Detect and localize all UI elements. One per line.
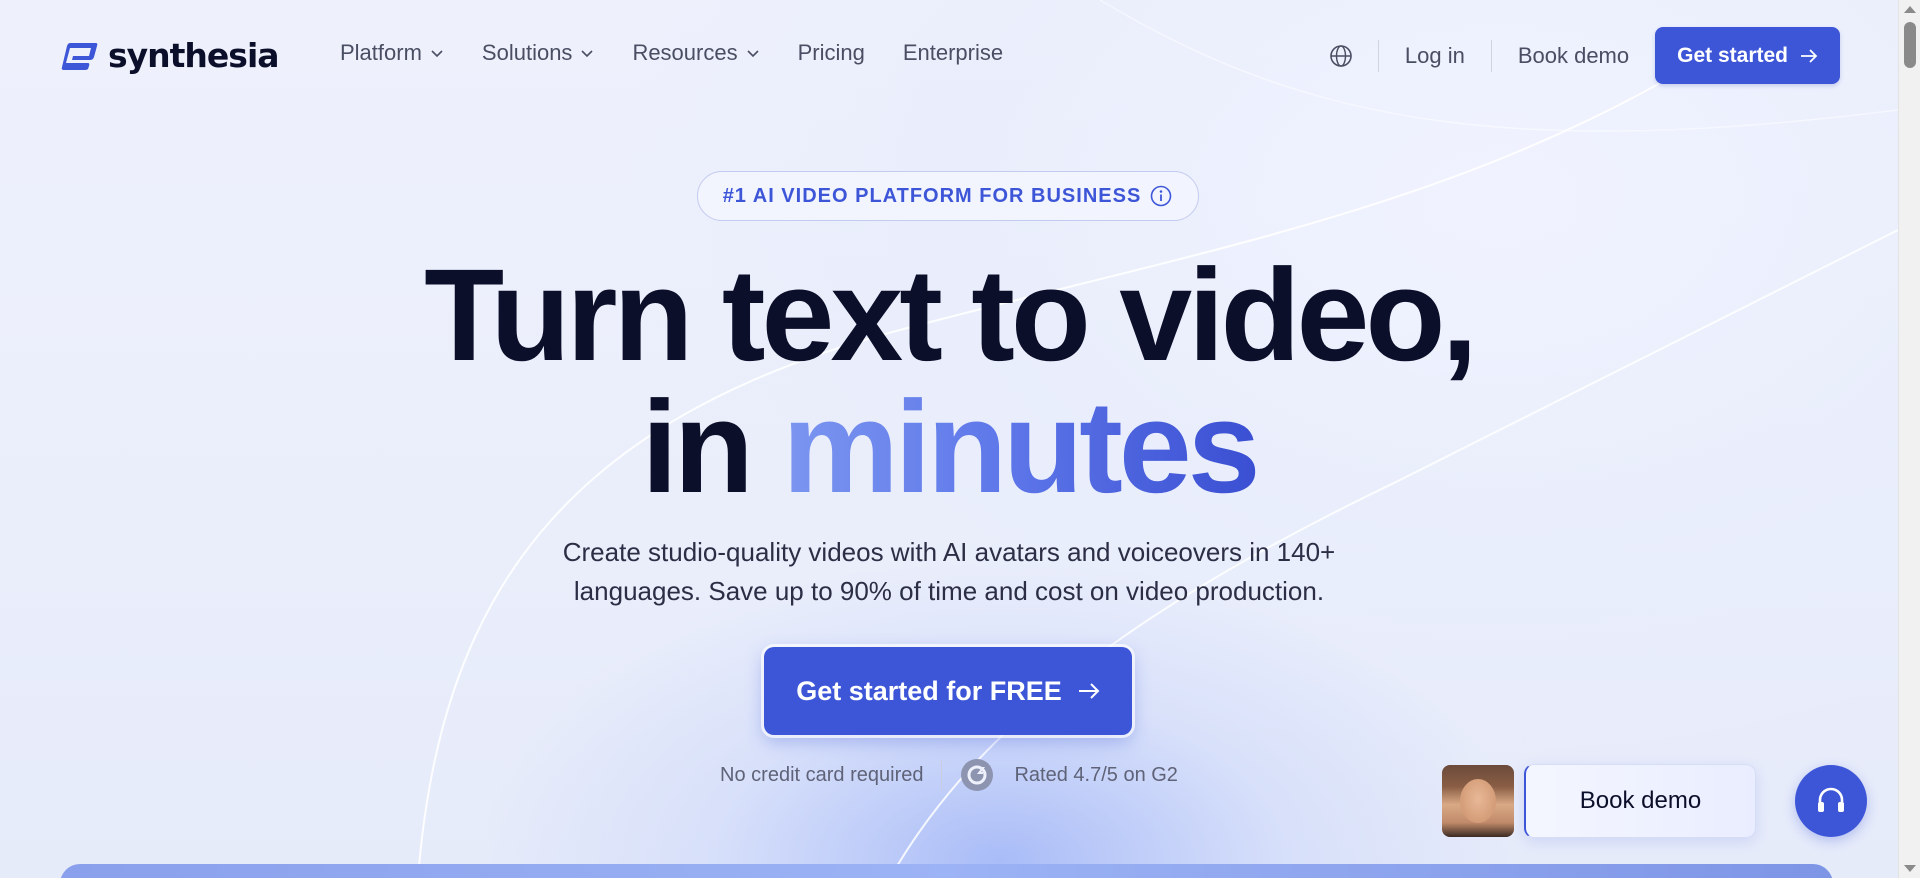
- floating-book-demo-button[interactable]: Book demo: [1524, 764, 1756, 838]
- nav-actions: Log in Book demo Get started: [1328, 27, 1840, 84]
- scroll-up-icon[interactable]: [1904, 6, 1916, 13]
- headline-highlight: minutes: [782, 373, 1260, 520]
- get-started-label: Get started: [1677, 43, 1788, 67]
- book-demo-link[interactable]: Book demo: [1492, 43, 1655, 69]
- logo[interactable]: synthesia: [60, 36, 280, 75]
- cta-label: Get started for FREE: [796, 675, 1062, 706]
- nav-enterprise[interactable]: Enterprise: [903, 40, 1003, 66]
- arrow-right-icon: [1078, 683, 1100, 699]
- nav-platform[interactable]: Platform: [340, 40, 444, 66]
- support-chat-button[interactable]: [1795, 765, 1867, 837]
- floating-book-demo-label: Book demo: [1579, 787, 1702, 814]
- hero-subtext-line-2: languages. Save up to 90% of time and co…: [573, 576, 1325, 606]
- brand-name: synthesia: [108, 36, 280, 75]
- arrow-right-icon: [1801, 48, 1818, 63]
- headline-line-1: Turn text to video,: [424, 241, 1478, 388]
- presenter-avatar: [1442, 765, 1514, 837]
- get-started-free-button[interactable]: Get started for FREE: [764, 647, 1132, 735]
- g2-rating-text: Rated 4.7/5 on G2: [1014, 763, 1178, 786]
- nav-pricing-label: Pricing: [797, 40, 865, 65]
- nav-pricing[interactable]: Pricing: [798, 40, 865, 66]
- hero-badge: #1 AI VIDEO PLATFORM FOR BUSINESS: [697, 171, 1199, 221]
- get-started-button[interactable]: Get started: [1655, 27, 1840, 84]
- nav-solutions-label: Solutions: [481, 40, 573, 65]
- vertical-scrollbar[interactable]: [1898, 0, 1920, 878]
- globe-icon[interactable]: [1328, 43, 1354, 69]
- main-menu: Platform Solutions Resources Pricing Ent…: [340, 40, 1003, 66]
- synthesia-logo-icon: [61, 42, 98, 70]
- floating-book-demo[interactable]: Book demo: [1442, 764, 1756, 838]
- info-icon[interactable]: [1149, 184, 1173, 208]
- chevron-down-icon: [431, 50, 443, 58]
- hero-subtext-line-1: Create studio-quality videos with AI ava…: [562, 537, 1336, 567]
- chevron-down-icon: [747, 50, 759, 58]
- product-preview-top-edge: [60, 864, 1833, 878]
- login-link[interactable]: Log in: [1379, 43, 1491, 69]
- scroll-down-icon[interactable]: [1904, 865, 1916, 872]
- nav-platform-label: Platform: [340, 40, 422, 65]
- top-navigation: synthesia Platform Solutions Resources P…: [0, 0, 1898, 110]
- chevron-down-icon: [581, 50, 594, 58]
- no-credit-card-text: No credit card required: [720, 763, 924, 786]
- headline-prefix: in: [641, 373, 753, 520]
- nav-solutions[interactable]: Solutions: [482, 40, 595, 66]
- headset-icon: [1818, 787, 1844, 812]
- scrollbar-thumb[interactable]: [1904, 22, 1916, 68]
- page: synthesia Platform Solutions Resources P…: [0, 0, 1898, 878]
- nav-resources[interactable]: Resources: [632, 40, 759, 66]
- nav-resources-label: Resources: [632, 40, 738, 65]
- divider: [941, 760, 943, 790]
- nav-enterprise-label: Enterprise: [902, 40, 1004, 65]
- headline-line-2: in minutes: [0, 381, 1898, 512]
- g2-logo-icon: [961, 759, 994, 791]
- hero-badge-text: #1 AI VIDEO PLATFORM FOR BUSINESS: [722, 184, 1142, 207]
